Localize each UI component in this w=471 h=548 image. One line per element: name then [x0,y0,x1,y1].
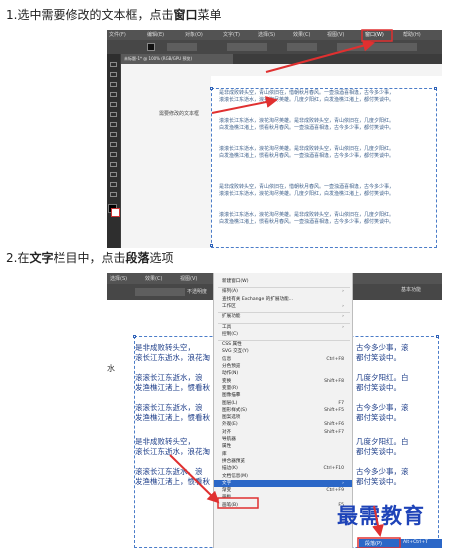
arrow-to-paragraph-item [372,505,384,537]
arrow-to-window-menu [265,39,375,73]
highlight-paragraph-item [357,537,401,548]
annotation-overlay [169,29,401,548]
arrow-to-text-frame [211,96,278,114]
arrow-to-type-item [169,454,220,504]
highlight-window-menu [361,29,393,42]
highlight-type-item [217,497,259,509]
